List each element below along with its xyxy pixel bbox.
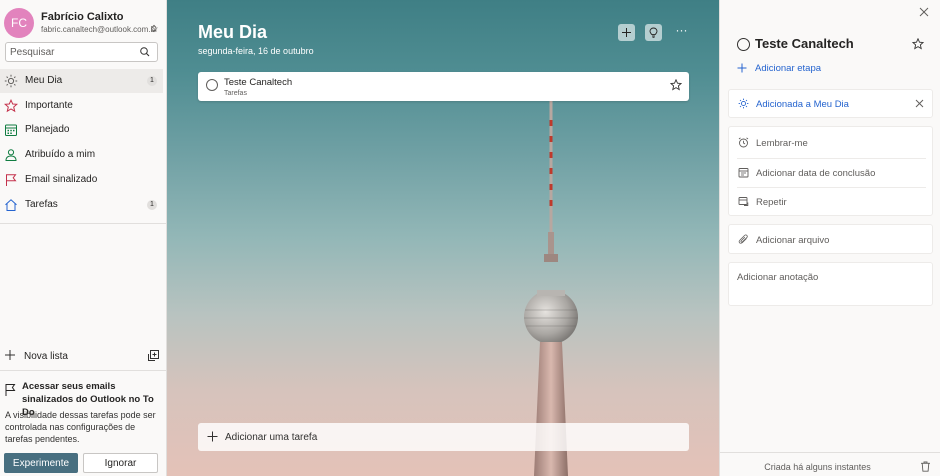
calendar-icon: [738, 168, 749, 178]
reminder-card: Lembrar-me Adicionar data de conclusão R…: [728, 126, 933, 216]
user-email: fabric.canaltech@outlook.com.br: [41, 25, 158, 34]
sidebar-item-label: Tarefas: [25, 199, 58, 210]
new-list-button[interactable]: Nova lista: [0, 348, 166, 366]
repeat-icon: [738, 197, 749, 206]
sidebar-item-label: Planejado: [25, 124, 70, 135]
account-switcher[interactable]: FC Fabrício Calixto fabric.canaltech@out…: [4, 8, 164, 38]
chevron-updown-icon: [151, 24, 157, 35]
sidebar-item-tarefas[interactable]: Tarefas 1: [0, 193, 163, 217]
divider: [0, 223, 167, 224]
detail-task-title[interactable]: Teste Canaltech: [755, 36, 854, 51]
repeat-label: Repetir: [756, 197, 787, 208]
add-file-row[interactable]: Adicionar arquivo: [729, 226, 934, 254]
added-to-my-day-row[interactable]: Adicionada a Meu Dia: [729, 90, 934, 118]
count-badge: 1: [147, 200, 157, 210]
my-day-label: Adicionada a Meu Dia: [756, 99, 849, 110]
flag-icon: [6, 174, 17, 186]
add-task-bar: [198, 423, 689, 451]
sidebar-item-planejado[interactable]: Planejado: [0, 118, 163, 142]
plus-icon: [5, 350, 15, 360]
note-card: [728, 262, 933, 332]
complete-task-checkbox[interactable]: [206, 79, 218, 91]
try-button[interactable]: Experimente: [4, 453, 78, 473]
detail-footer: Criada há alguns instantes: [720, 452, 940, 476]
due-date-label: Adicionar data de conclusão: [756, 168, 876, 179]
star-icon: [4, 99, 18, 113]
sidebar-item-label: Email sinalizado: [25, 174, 98, 185]
task-detail-pane: Teste Canaltech Adicionar etapa Adiciona…: [719, 0, 940, 476]
new-list-label: Nova lista: [24, 351, 68, 362]
task-title: Teste Canaltech: [224, 77, 293, 88]
ignore-button[interactable]: Ignorar: [83, 453, 158, 473]
my-day-card: Adicionada a Meu Dia: [728, 89, 933, 118]
created-timestamp: Criada há alguns instantes: [764, 462, 871, 472]
alarm-clock-icon: [738, 137, 749, 148]
page-title: Meu Dia: [198, 22, 268, 42]
calendar-icon: [5, 124, 17, 136]
search-icon[interactable]: [139, 46, 151, 58]
count-badge: 1: [147, 76, 157, 86]
plus-icon: [737, 63, 747, 73]
new-group-icon[interactable]: [147, 349, 160, 362]
remove-icon[interactable]: [915, 99, 924, 108]
trash-icon[interactable]: [920, 461, 931, 472]
avatar: FC: [4, 8, 34, 38]
close-icon[interactable]: [918, 6, 930, 18]
outlook-promo: Acessar seus emails sinalizados do Outlo…: [0, 370, 166, 476]
lightbulb-icon: [649, 27, 658, 38]
add-step-button[interactable]: Adicionar etapa: [755, 63, 821, 74]
star-icon[interactable]: [912, 38, 924, 50]
suggestions-button[interactable]: [645, 24, 662, 41]
more-options-button[interactable]: ···: [673, 24, 690, 41]
due-date-row[interactable]: Adicionar data de conclusão: [729, 159, 934, 187]
flag-icon: [5, 384, 16, 396]
sun-icon: [738, 98, 749, 109]
person-icon: [5, 149, 17, 161]
user-name: Fabrício Calixto: [41, 11, 124, 23]
attachment-card: Adicionar arquivo: [728, 224, 933, 254]
add-file-label: Adicionar arquivo: [756, 235, 830, 246]
sun-icon: [4, 74, 18, 88]
remind-me-label: Lembrar-me: [756, 138, 808, 149]
remind-me-row[interactable]: Lembrar-me: [729, 129, 934, 157]
plus-icon: [207, 431, 218, 442]
detail-header: Teste Canaltech Adicionar etapa: [728, 26, 933, 84]
promo-text: A visibilidade dessas tarefas pode ser c…: [5, 410, 156, 444]
sidebar-item-atribuido[interactable]: Atribuído a mim: [0, 143, 163, 167]
task-item[interactable]: Teste Canaltech Tarefas: [198, 72, 689, 101]
page-date: segunda-feira, 16 de outubro: [198, 46, 314, 56]
sidebar-item-label: Meu Dia: [25, 75, 63, 86]
add-suggestion-button[interactable]: [618, 24, 635, 41]
search-input[interactable]: [10, 45, 138, 59]
star-icon[interactable]: [670, 79, 682, 91]
repeat-row[interactable]: Repetir: [729, 188, 934, 216]
sidebar-item-label: Atribuído a mim: [25, 149, 96, 160]
sidebar-item-email-sinalizado[interactable]: Email sinalizado: [0, 168, 163, 192]
add-task-input[interactable]: [225, 430, 665, 444]
search-box: [5, 42, 158, 62]
plus-icon: [622, 28, 631, 37]
note-field[interactable]: [737, 272, 927, 332]
my-day-view: Meu Dia segunda-feira, 16 de outubro ···…: [167, 0, 719, 476]
complete-task-checkbox[interactable]: [737, 38, 750, 51]
sidebar: FC Fabrício Calixto fabric.canaltech@out…: [0, 0, 167, 476]
paperclip-icon: [738, 234, 748, 244]
home-icon: [5, 199, 17, 211]
sidebar-item-label: Importante: [25, 100, 73, 111]
sidebar-item-meu-dia[interactable]: Meu Dia 1: [0, 69, 163, 93]
sidebar-item-importante[interactable]: Importante: [0, 94, 163, 118]
task-list-name: Tarefas: [224, 90, 247, 97]
